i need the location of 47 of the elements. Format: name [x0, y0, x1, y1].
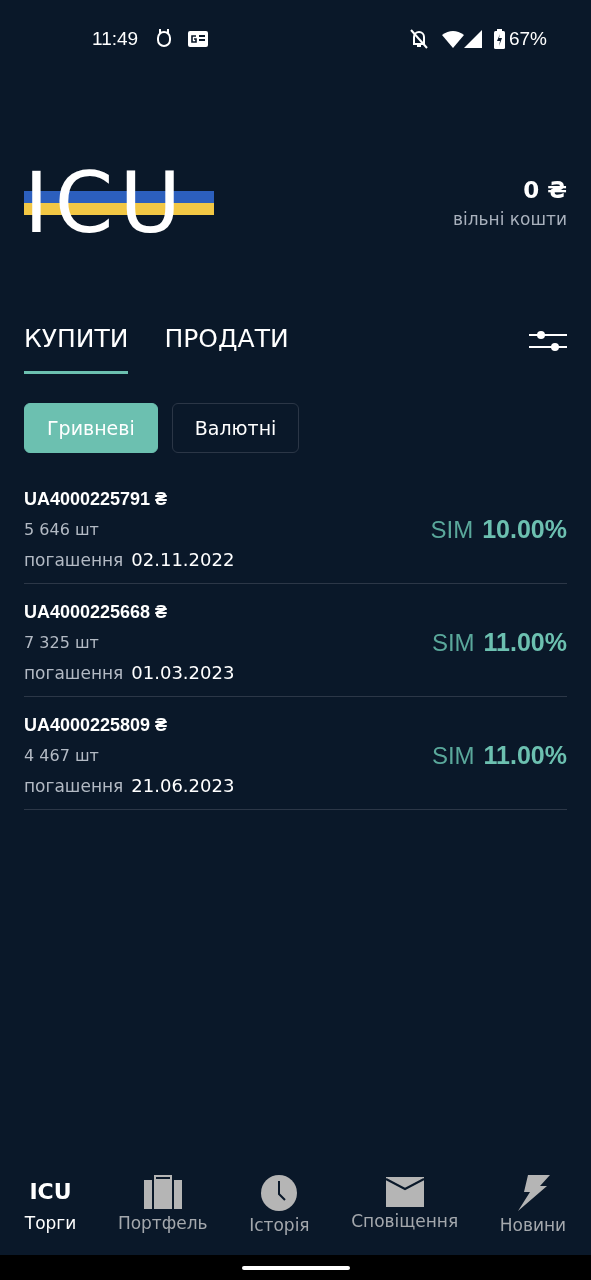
tab[interactable]: КУПИТИ: [24, 324, 129, 374]
nav-item[interactable]: Історія: [249, 1175, 310, 1247]
bond-quantity: 7 325 шт: [24, 633, 100, 652]
bond-row[interactable]: UA4000225791 ₴ 5 646 шт погашення 02.11.2022 SIM 10.00%: [24, 477, 567, 584]
bond-row[interactable]: UA4000225809 ₴ 4 467 шт погашення 21.06.2023 SIM 11.00%: [24, 697, 567, 810]
nav-item[interactable]: Портфель: [117, 1175, 208, 1247]
segment-button[interactable]: Валютні: [171, 403, 300, 453]
balance-amount: 0 ₴: [523, 177, 567, 203]
tab[interactable]: ПРОДАТИ: [164, 324, 289, 374]
maturity-label: погашення: [24, 776, 124, 796]
nav-item[interactable]: ICU Торги: [24, 1175, 77, 1247]
maturity-date: 01.03.2023: [131, 662, 235, 683]
nav-item[interactable]: Сповіщення: [351, 1175, 459, 1247]
logo: ICU: [24, 165, 214, 241]
bond-code: UA4000225809 ₴: [24, 715, 169, 736]
yield-label: SIM: [430, 516, 474, 544]
maturity-label: погашення: [24, 663, 124, 683]
yield-value: 10.00%: [482, 515, 567, 544]
bell-off-icon: [409, 29, 428, 49]
bond-row[interactable]: UA4000225668 ₴ 7 325 шт погашення 01.03.2023 SIM 11.00%: [24, 584, 567, 697]
bond-code: UA4000225668 ₴: [24, 602, 169, 623]
signal-icon: [463, 30, 482, 48]
clock-icon: [261, 1175, 298, 1211]
yield-value: 11.00%: [483, 741, 567, 770]
maturity-label: погашення: [24, 550, 124, 570]
yield-value: 11.00%: [483, 628, 567, 657]
balance-label: вільні кошти: [452, 209, 567, 229]
briefcase-icon: [143, 1175, 182, 1209]
yield-label: SIM: [431, 742, 475, 770]
notification-icon: [156, 29, 173, 49]
home-indicator[interactable]: [241, 1265, 350, 1270]
nav-item[interactable]: Новини: [499, 1175, 567, 1247]
bond-code: UA4000225791 ₴: [24, 489, 169, 510]
mail-icon: [385, 1175, 424, 1207]
news-icon: [188, 31, 209, 47]
bond-quantity: 5 646 шт: [24, 520, 100, 539]
wifi-icon: [441, 30, 464, 48]
status-time: 11:49: [92, 28, 139, 50]
logo-icon: ICU: [29, 1175, 72, 1209]
battery-percent: 67%: [508, 28, 547, 50]
lightning-icon: [515, 1175, 550, 1211]
maturity-date: 21.06.2023: [131, 775, 235, 796]
maturity-date: 02.11.2022: [131, 549, 235, 570]
bond-quantity: 4 467 шт: [24, 746, 100, 765]
filter-icon[interactable]: [529, 330, 567, 352]
yield-label: SIM: [431, 629, 475, 657]
battery-icon: [493, 29, 505, 49]
